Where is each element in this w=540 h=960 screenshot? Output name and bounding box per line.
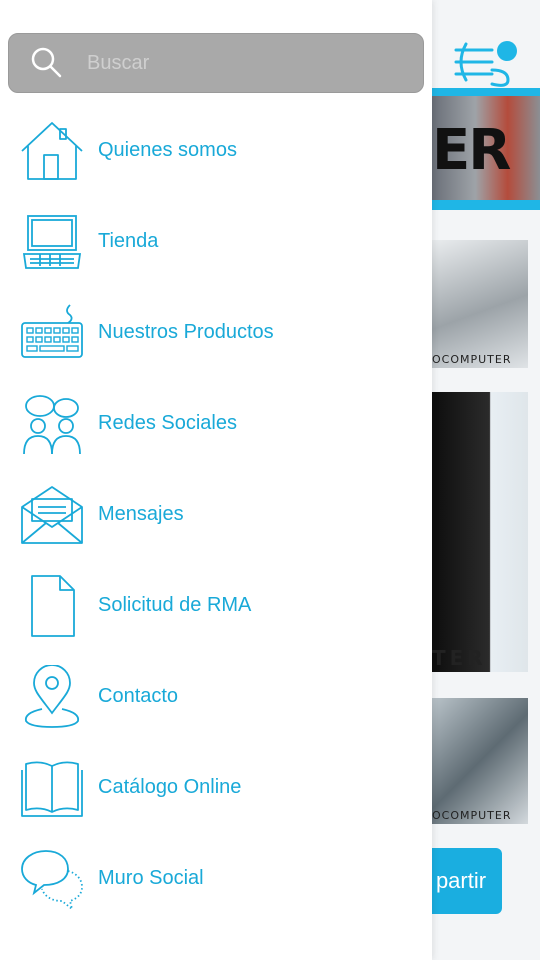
envelope-icon	[20, 483, 84, 547]
drawer-menu: Quienes somos Tienda Nuestros Productos …	[0, 105, 432, 924]
document-icon	[20, 574, 84, 638]
product-card[interactable]: TER	[432, 392, 528, 672]
menu-label: Solicitud de RMA	[98, 594, 252, 616]
search-icon	[29, 45, 65, 81]
map-pin-icon	[20, 664, 84, 729]
navigation-drawer: Quienes somos Tienda	[0, 0, 432, 960]
card-caption: OCOMPUTER	[432, 353, 512, 366]
menu-label: Mensajes	[98, 503, 184, 525]
chat-bubbles-icon	[20, 847, 84, 911]
card-caption: TER	[432, 646, 487, 670]
menu-label: Nuestros Productos	[98, 321, 274, 343]
menu-label: Quienes somos	[98, 139, 237, 161]
menu-item-contacto[interactable]: Contacto	[0, 651, 432, 742]
menu-label: Redes Sociales	[98, 412, 237, 434]
menu-item-mensajes[interactable]: Mensajes	[0, 469, 432, 560]
menu-item-nuestros-productos[interactable]: Nuestros Productos	[0, 287, 432, 378]
product-card[interactable]: OCOMPUTER	[432, 240, 528, 368]
menu-item-catalogo-online[interactable]: Catálogo Online	[0, 742, 432, 833]
menu-item-tienda[interactable]: Tienda	[0, 196, 432, 287]
banner-top-bar	[432, 88, 540, 96]
search-input[interactable]	[85, 50, 389, 76]
share-button[interactable]: partir	[420, 848, 502, 914]
search-bar[interactable]	[8, 33, 424, 93]
card-caption: OCOMPUTER	[432, 809, 512, 822]
laptop-icon	[20, 210, 84, 274]
menu-label: Catálogo Online	[98, 776, 242, 798]
banner-text: ER	[432, 118, 511, 183]
keyboard-icon	[20, 301, 84, 365]
menu-item-muro-social[interactable]: Muro Social	[0, 833, 432, 924]
people-chat-icon	[20, 392, 84, 456]
menu-item-solicitud-rma[interactable]: Solicitud de RMA	[0, 560, 432, 651]
banner-bottom-bar	[432, 200, 540, 210]
menu-item-quienes-somos[interactable]: Quienes somos	[0, 105, 432, 196]
menu-label: Tienda	[98, 230, 159, 252]
share-button-label: partir	[435, 868, 487, 893]
house-icon	[20, 119, 84, 183]
product-card[interactable]: OCOMPUTER	[432, 698, 528, 824]
menu-label: Muro Social	[98, 867, 204, 889]
open-book-icon	[20, 756, 84, 820]
menu-label: Contacto	[98, 685, 179, 707]
menu-item-redes-sociales[interactable]: Redes Sociales	[0, 378, 432, 469]
notification-dot	[497, 41, 517, 61]
